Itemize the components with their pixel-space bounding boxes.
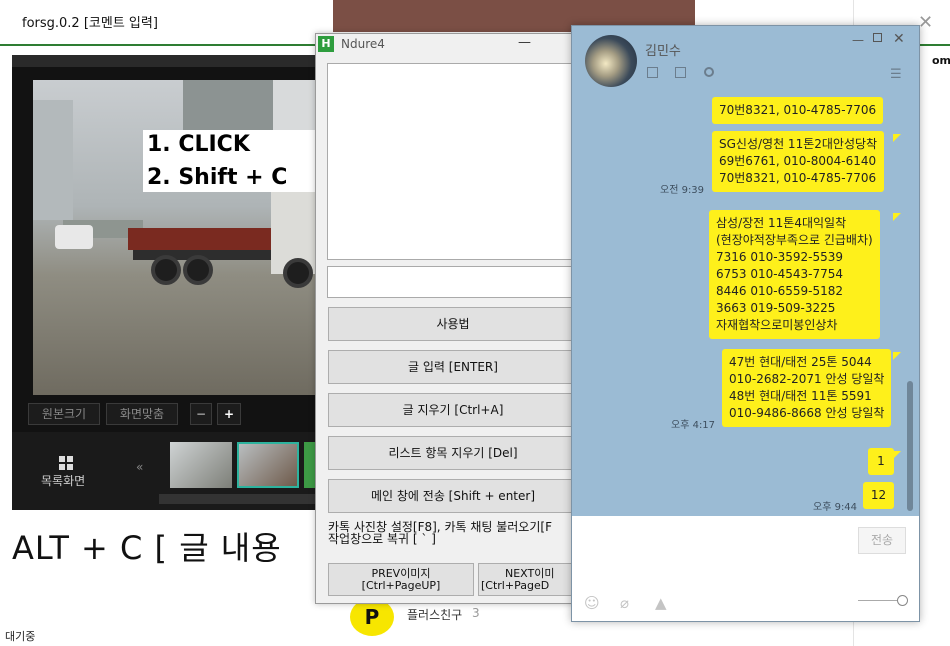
chat-partner-name: 김민수: [645, 44, 681, 59]
app-icon: H: [318, 36, 334, 52]
minimize-icon[interactable]: —: [852, 33, 864, 47]
chat-scrollbar[interactable]: [907, 381, 913, 511]
enter-text-button[interactable]: 글 입력 [ENTER]: [328, 350, 578, 384]
clear-text-button[interactable]: 글 지우기 [Ctrl+A]: [328, 393, 578, 427]
message-bubble[interactable]: 12: [863, 482, 894, 509]
prev-image-button[interactable]: PREV이미지 [Ctrl+PageUP]: [328, 563, 474, 596]
message-bubble[interactable]: 70번8321, 010-4785-7706: [712, 97, 884, 124]
construction-photo[interactable]: [33, 80, 323, 395]
thumbnail[interactable]: [170, 442, 232, 488]
message-time: 오후 9:44: [813, 502, 858, 513]
list-box[interactable]: [327, 63, 577, 260]
search-icon[interactable]: [704, 67, 714, 77]
usage-button[interactable]: 사용법: [328, 307, 578, 341]
original-size-button[interactable]: 원본크기: [28, 403, 100, 425]
close-icon[interactable]: ✕: [918, 12, 933, 33]
bubble-tail: [893, 451, 901, 459]
bubble-tail: [893, 352, 901, 360]
viewer-top-bar: [12, 55, 322, 67]
status-text: 대기중: [5, 630, 36, 643]
plus-friend-label[interactable]: 플러스친구: [407, 606, 462, 623]
next-image-button[interactable]: NEXT이미 [Ctrl+PageD: [478, 563, 576, 596]
image-icon[interactable]: ▲: [655, 594, 667, 612]
forsg-title: forsg.0.2 [코멘트 입력]: [22, 16, 158, 31]
message-bubble[interactable]: SG신성/영천 11톤2대안성당착 69번6761, 010-8004-6140…: [712, 131, 885, 192]
list-view-button[interactable]: 목록화면: [41, 472, 85, 489]
zoom-out-button[interactable]: −: [190, 403, 212, 425]
thumbnail-scrollbar[interactable]: [159, 494, 319, 504]
comment-hint-text: ALT + C [ 글 내용: [12, 529, 282, 567]
bubble-tail: [893, 134, 901, 142]
prev-thumbs-icon[interactable]: «: [136, 460, 143, 474]
instruction-step-2: 2. Shift + C: [147, 165, 288, 190]
message-bubble[interactable]: 1: [868, 448, 894, 475]
album-icon[interactable]: [675, 67, 686, 78]
thumbnail-selected[interactable]: [237, 442, 299, 488]
notes-icon[interactable]: [647, 67, 658, 78]
message-time: 오후 4:17: [671, 420, 716, 431]
avatar[interactable]: [585, 35, 637, 87]
instruction-step-1: 1. CLICK: [147, 132, 250, 157]
slider-handle[interactable]: [897, 595, 908, 606]
send-button[interactable]: 전송: [858, 527, 906, 554]
maximize-icon[interactable]: [873, 33, 882, 42]
send-to-main-button[interactable]: 메인 창에 전송 [Shift + enter]: [328, 479, 578, 513]
shortcut-info-line-2: 작업창으로 복귀 [ ` ]: [328, 532, 436, 546]
emoticon-icon[interactable]: ☺: [584, 594, 600, 612]
ndure-title: Ndure4: [341, 37, 385, 51]
close-icon[interactable]: ✕: [893, 31, 905, 47]
grid-icon[interactable]: [59, 456, 73, 470]
message-time: 오전 9:39: [660, 185, 705, 196]
attach-icon[interactable]: ⌀: [620, 594, 629, 612]
fit-screen-button[interactable]: 화면맞춤: [106, 403, 178, 425]
next-image-shortcut: [Ctrl+PageD: [481, 579, 550, 592]
minimize-icon[interactable]: —: [518, 35, 531, 50]
bubble-tail: [893, 213, 901, 221]
zoom-in-button[interactable]: +: [217, 403, 241, 425]
message-bubble[interactable]: 47번 현대/태전 25톤 5044 010-2682-2071 안성 당일착 …: [722, 349, 892, 427]
message-bubble[interactable]: 삼성/장전 11톤4대익일착 (현장야적장부족으로 긴급배차) 7316 010…: [709, 210, 880, 339]
menu-icon[interactable]: ☰: [890, 67, 902, 82]
prev-image-shortcut: [Ctrl+PageUP]: [361, 579, 441, 592]
text-input[interactable]: [327, 266, 577, 298]
delete-list-item-button[interactable]: 리스트 항목 지우기 [Del]: [328, 436, 578, 470]
background-text-fragment: om: [932, 54, 950, 67]
plus-friend-count: 3: [472, 606, 480, 620]
